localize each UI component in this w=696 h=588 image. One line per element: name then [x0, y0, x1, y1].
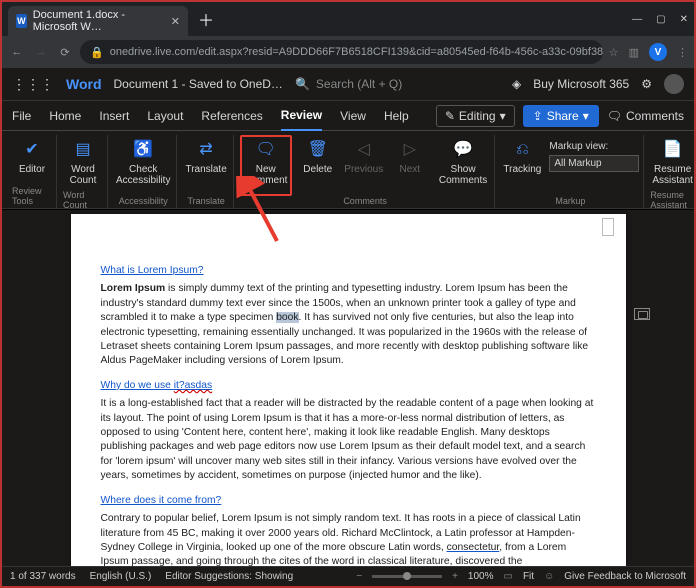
word-count-icon: ▤ — [72, 139, 94, 161]
comments-button[interactable]: 🗨 Comments — [607, 109, 684, 123]
editing-mode-button[interactable]: ✎ Editing ▾ — [436, 105, 515, 127]
search-icon: 🔍 — [295, 77, 310, 91]
url-field[interactable]: 🔒 onedrive.live.com/edit.aspx?resid=A9DD… — [80, 40, 603, 64]
translate-button[interactable]: ⇄Translate — [183, 135, 228, 196]
new-tab-button[interactable]: ＋ — [198, 7, 214, 31]
editor-suggestions-status[interactable]: Editor Suggestions: Showing — [165, 571, 293, 582]
accessibility-button[interactable]: ♿Check Accessibility — [114, 135, 172, 196]
browser-titlebar: W Document 1.docx - Microsoft W… ✕ ＋ — ▢… — [2, 2, 694, 36]
document-page[interactable]: What is Lorem Ipsum? Lorem Ipsum is simp… — [71, 214, 626, 566]
paragraph-3[interactable]: Contrary to popular belief, Lorem Ipsum … — [101, 512, 596, 566]
resume-assistant-button[interactable]: 📄Resume Assistant — [650, 135, 695, 190]
heading-link-2[interactable]: Why do we use it?asdas — [101, 379, 596, 393]
tab-title: Document 1.docx - Microsoft W… — [33, 9, 159, 33]
feedback-icon: ☺ — [544, 571, 554, 582]
status-bar: 1 of 337 words English (U.S.) Editor Sug… — [2, 566, 694, 586]
previous-comment-button: ◁Previous — [344, 135, 384, 196]
markup-view-block: Markup view: All Markup — [549, 135, 639, 196]
reload-icon[interactable]: ⟳ — [56, 46, 74, 59]
forward-icon: → — [32, 46, 50, 58]
search-placeholder: Search (Alt + Q) — [316, 77, 402, 91]
zoom-slider[interactable] — [372, 575, 442, 578]
editor-button[interactable]: ✔︎Editor — [12, 135, 52, 186]
prev-icon: ◁ — [353, 139, 375, 161]
word-icon: W — [16, 14, 27, 28]
accessibility-icon: ♿ — [132, 139, 154, 161]
tracking-button[interactable]: ⎌Tracking — [501, 135, 543, 196]
show-comments-icon: 💬 — [452, 139, 474, 161]
markup-select[interactable]: All Markup — [549, 155, 639, 172]
browser-menu-icon[interactable]: ⋮ — [677, 46, 688, 59]
search-box[interactable]: 🔍 Search (Alt + Q) — [295, 77, 500, 91]
tab-home[interactable]: Home — [49, 109, 81, 123]
tab-references[interactable]: References — [201, 109, 262, 123]
translate-icon: ⇄ — [195, 139, 217, 161]
max-icon[interactable]: ▢ — [656, 14, 665, 25]
feedback-link[interactable]: Give Feedback to Microsoft — [564, 571, 686, 582]
paragraph-1[interactable]: Lorem Ipsum is simply dummy text of the … — [101, 282, 596, 368]
word-count-status[interactable]: 1 of 337 words — [10, 571, 76, 582]
word-brand[interactable]: Word — [66, 76, 102, 92]
ribbon-tabs: File Home Insert Layout References Revie… — [2, 101, 694, 131]
zoom-out-icon[interactable]: − — [356, 571, 362, 582]
browser-addressbar: ← → ⟳ 🔒 onedrive.live.com/edit.aspx?resi… — [2, 36, 694, 68]
language-status[interactable]: English (U.S.) — [90, 571, 152, 582]
document-canvas: What is Lorem Ipsum? Lorem Ipsum is simp… — [2, 210, 694, 566]
buy-link[interactable]: Buy Microsoft 365 — [533, 77, 629, 91]
delete-comment-button[interactable]: 🗑Delete — [298, 135, 338, 196]
zoom-in-icon[interactable]: + — [452, 571, 458, 582]
window-controls: — ▢ ✕ — [632, 14, 688, 25]
delete-icon: 🗑 — [307, 139, 329, 161]
tracking-icon: ⎌ — [511, 139, 533, 161]
fit-icon[interactable]: ▭ — [504, 571, 513, 582]
heading-link-1[interactable]: What is Lorem Ipsum? — [101, 264, 596, 278]
page-corner-tag — [602, 218, 614, 236]
word-header: ⋮⋮⋮ Word Document 1 - Saved to OneD… 🔍 S… — [2, 68, 694, 101]
user-avatar[interactable] — [664, 74, 684, 94]
doc-title[interactable]: Document 1 - Saved to OneD… — [114, 77, 283, 91]
diamond-icon: ◈ — [512, 77, 521, 91]
show-comments-button[interactable]: 💬Show Comments — [436, 135, 491, 196]
lock-icon: 🔒 — [90, 46, 104, 59]
paragraph-2[interactable]: It is a long-established fact that a rea… — [101, 397, 596, 483]
selected-text: book — [276, 312, 298, 323]
url-text: onedrive.live.com/edit.aspx?resid=A9DDD6… — [110, 46, 603, 58]
tab-layout[interactable]: Layout — [147, 109, 183, 123]
tab-review[interactable]: Review — [281, 108, 322, 124]
tab-help[interactable]: Help — [384, 109, 409, 123]
back-icon[interactable]: ← — [8, 46, 26, 58]
resume-icon: 📄 — [662, 139, 684, 161]
new-comment-icon: 🗨 — [255, 139, 277, 161]
profile-avatar[interactable]: V — [649, 43, 667, 61]
extensions-icon[interactable]: ▥ — [629, 46, 639, 59]
heading-link-3[interactable]: Where does it come from? — [101, 494, 596, 508]
settings-icon[interactable]: ⚙ — [641, 77, 652, 91]
tab-view[interactable]: View — [340, 109, 366, 123]
share-icon[interactable]: ☆ — [609, 46, 619, 59]
min-icon[interactable]: — — [632, 14, 642, 25]
tab-file[interactable]: File — [12, 109, 31, 123]
browser-tab[interactable]: W Document 1.docx - Microsoft W… ✕ — [8, 6, 188, 36]
editor-icon: ✔︎ — [21, 139, 43, 161]
comment-marker[interactable] — [634, 308, 650, 320]
next-comment-button: ▷Next — [390, 135, 430, 196]
app-launcher-icon[interactable]: ⋮⋮⋮ — [12, 76, 54, 93]
next-icon: ▷ — [399, 139, 421, 161]
fit-label[interactable]: Fit — [523, 571, 534, 582]
close-icon[interactable]: ✕ — [680, 14, 688, 25]
ribbon-body: ✔︎Editor Review Tools ▤Word Count Word C… — [2, 131, 694, 209]
new-comment-button[interactable]: 🗨New Comment — [240, 135, 292, 196]
tab-insert[interactable]: Insert — [99, 109, 129, 123]
word-count-button[interactable]: ▤Word Count — [63, 135, 103, 190]
share-button[interactable]: ⇪ Share ▾ — [523, 105, 599, 127]
tab-close-icon[interactable]: ✕ — [171, 15, 180, 28]
zoom-value[interactable]: 100% — [468, 571, 494, 582]
